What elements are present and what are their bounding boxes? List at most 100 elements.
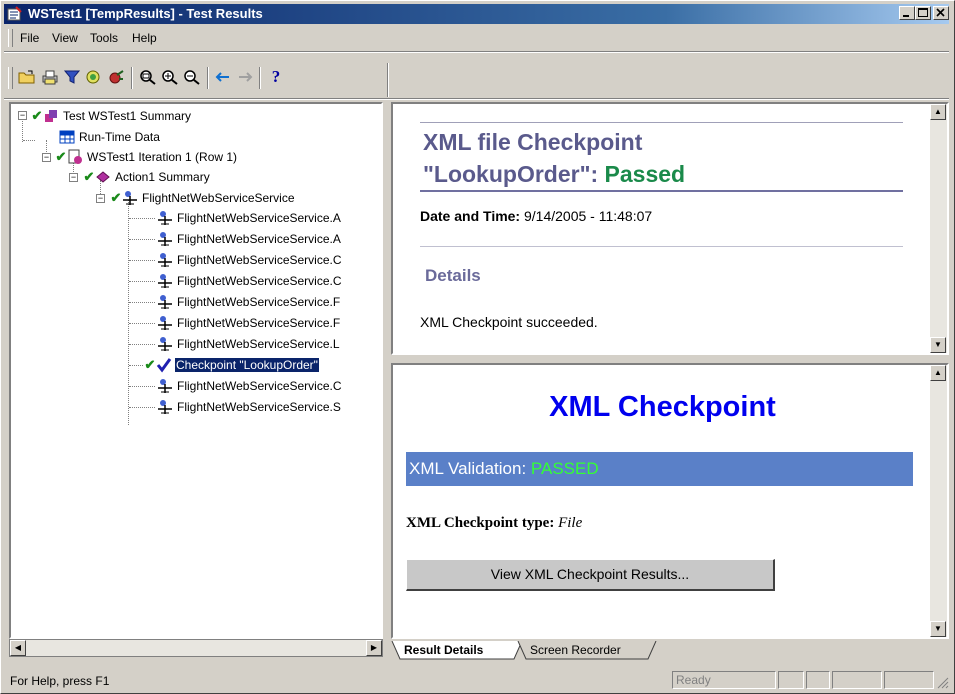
details-heading: Details [425,266,481,285]
scroll-down-button[interactable]: ▼ [930,337,946,353]
tree-item-step[interactable]: FlightNetWebServiceService.C [157,250,343,270]
menu-tools[interactable]: Tools [90,31,118,45]
print-button[interactable] [40,67,60,87]
tree-item-step[interactable]: FlightNetWebServiceService.F [157,313,341,333]
details-text: XML Checkpoint succeeded. [420,314,598,330]
collapse-toggle[interactable]: − [18,111,27,120]
menu-file[interactable]: File [20,31,39,45]
tab-screen-recorder[interactable]: Screen Recorder [530,643,621,657]
date-value: 9/14/2005 - 11:48:07 [520,208,653,224]
forward-button[interactable] [235,67,255,87]
checkpoint-results-pane: XML Checkpoint XML Validation: PASSED XM… [391,363,949,639]
minimize-button[interactable] [899,6,915,20]
tab-result-details[interactable]: Result Details [404,643,483,657]
open-button[interactable] [17,67,37,87]
tree-item-step[interactable]: FlightNetWebServiceService.F [157,292,341,312]
tree-horizontal-scrollbar[interactable]: ◀ ▶ [9,639,383,657]
scroll-right-button[interactable]: ▶ [366,640,382,656]
tree-item-step[interactable]: FlightNetWebServiceService.A [157,208,342,228]
tree-item-iteration[interactable]: ✔ WSTest1 Iteration 1 (Row 1) [55,147,238,167]
collapse-toggle[interactable]: − [69,173,78,182]
web-service-icon [123,191,137,205]
menu-separator [4,51,949,53]
tree-item-summary[interactable]: ✔ Test WSTest1 Summary [31,106,192,126]
results-scrollbar[interactable]: ▲ ▼ [930,365,947,637]
tree-item-action[interactable]: ✔ Action1 Summary [83,167,211,187]
checkpoint-title: XML Checkpoint [549,391,776,423]
checkpoint-type-row: XML Checkpoint type: File [406,515,582,532]
status-bar: For Help, press F1 Ready [4,669,951,691]
results-tree[interactable]: − ✔ Test WSTest1 Summary Run-Time Data −… [9,102,383,639]
status-panel [832,671,882,689]
web-service-icon [158,316,172,330]
arrow-right-icon [239,72,253,82]
maximize-icon [918,8,928,17]
app-icon [7,6,22,21]
tree-connector [129,344,155,345]
view-results-button[interactable]: View XML Checkpoint Results... [406,559,775,591]
scroll-up-button[interactable]: ▲ [930,365,946,381]
tree-label: FlightNetWebServiceService.C [177,274,342,288]
tree-label: Action1 Summary [115,170,210,184]
details-scrollbar[interactable]: ▲ ▼ [930,104,947,353]
menu-grip [8,29,13,47]
step-details-pane: XML file Checkpoint "LookupOrder": Passe… [391,102,949,355]
maximize-button[interactable] [915,6,931,20]
scroll-left-button[interactable]: ◀ [10,640,26,656]
collapse-toggle[interactable]: − [96,194,105,203]
zoom-out-button[interactable] [182,67,202,87]
check-icon: ✔ [110,190,122,205]
tree-connector [22,118,23,142]
checkpoint-heading-line2: "LookupOrder": Passed [423,160,685,189]
filter-button[interactable] [62,67,82,87]
web-service-icon [158,337,172,351]
validation-status: PASSED [530,459,599,478]
find-button[interactable] [84,67,104,87]
menu-view[interactable]: View [52,31,78,45]
back-button[interactable] [213,67,233,87]
minimize-icon [903,15,909,17]
debug-button[interactable] [106,67,126,87]
arrow-left-icon [215,72,229,82]
toolbar-bottom-separator [4,98,949,100]
tree-item-step[interactable]: FlightNetWebServiceService.C [157,271,343,291]
open-folder-icon [18,70,35,84]
status-panel [806,671,830,689]
tree-item-step[interactable]: FlightNetWebServiceService.C [157,376,343,396]
tree-connector [129,365,143,366]
collapse-toggle[interactable]: − [42,153,51,162]
title-bar[interactable]: WSTest1 [TempResults] - Test Results [4,4,949,24]
zoom-in-button[interactable] [160,67,180,87]
tree-item-step[interactable]: FlightNetWebServiceService.A [157,229,342,249]
window-title: WSTest1 [TempResults] - Test Results [28,6,263,21]
zoom-fit-button[interactable] [138,67,158,87]
tree-connector [129,239,155,240]
web-service-icon [158,379,172,393]
tree-item-runtime-data[interactable]: Run-Time Data [59,127,161,147]
menu-bar: File View Tools Help [4,27,949,49]
tree-label: Checkpoint "LookupOrder" [174,357,320,373]
resize-grip-icon[interactable] [935,675,949,689]
table-icon [59,130,75,144]
tree-item-service[interactable]: ✔ FlightNetWebServiceService [110,188,296,208]
tree-connector [129,302,155,303]
rule [420,122,903,123]
tree-item-step[interactable]: ✔ Checkpoint "LookupOrder" [144,355,320,375]
help-button[interactable]: ? [266,67,286,87]
close-button[interactable] [933,6,949,20]
menu-help[interactable]: Help [132,31,157,45]
web-service-icon [158,232,172,246]
tree-item-step[interactable]: FlightNetWebServiceService.L [157,334,341,354]
tree-connector [129,407,155,408]
tree-connector [129,260,155,261]
date-time-row: Date and Time: 9/14/2005 - 11:48:07 [420,208,652,224]
scroll-down-button[interactable]: ▼ [930,621,946,637]
zoom-fit-icon [140,70,156,85]
scroll-up-button[interactable]: ▲ [930,104,946,120]
validation-label: XML Validation: [409,459,531,478]
check-icon: ✔ [55,149,67,164]
date-label: Date and Time: [420,208,521,224]
tree-label: FlightNetWebServiceService.F [177,295,341,309]
tree-connector [129,323,155,324]
tree-item-step[interactable]: FlightNetWebServiceService.S [157,397,342,417]
